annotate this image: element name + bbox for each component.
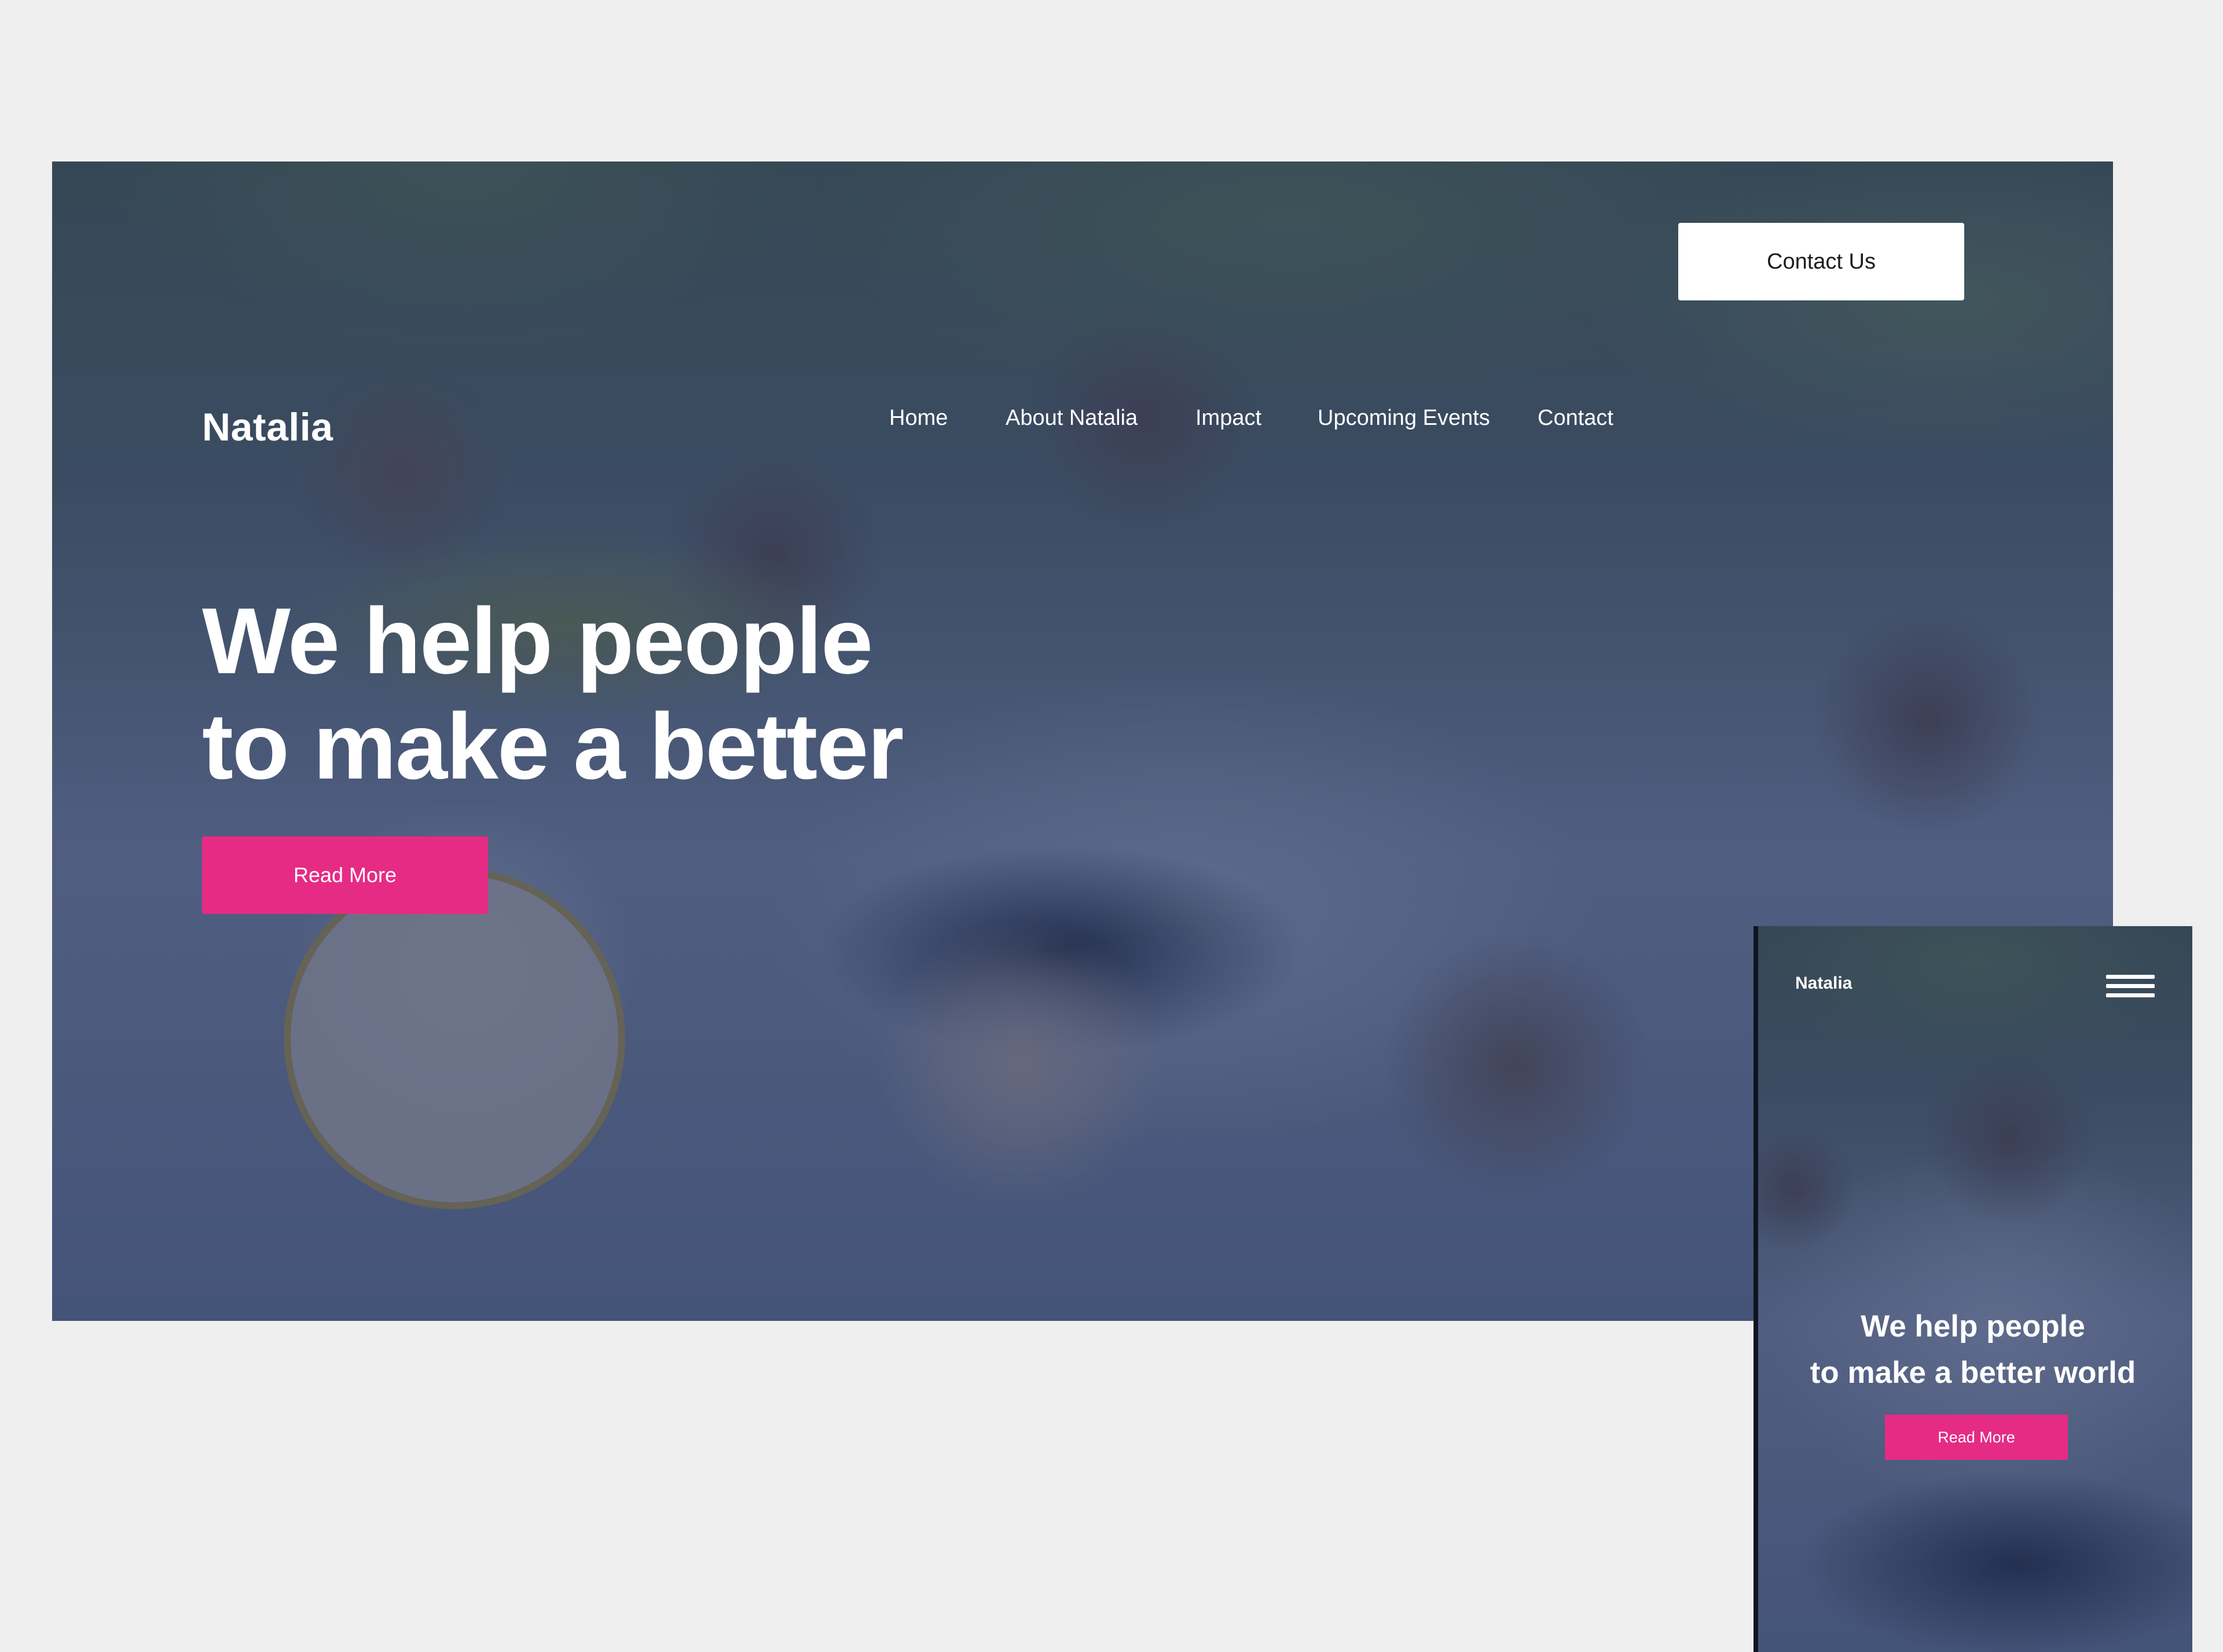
nav-home[interactable]: Home	[889, 406, 948, 431]
hero-heading: We help people to make a better	[202, 589, 904, 799]
mobile-hero-overlay	[1758, 926, 2192, 1652]
mobile-brand-logo[interactable]: Natalia	[1795, 974, 1852, 993]
contact-us-button[interactable]: Contact Us	[1678, 223, 1964, 300]
mobile-read-more-button[interactable]: Read More	[1885, 1415, 2068, 1460]
nav-impact[interactable]: Impact	[1195, 406, 1261, 431]
mobile-hero-heading-line-2: to make a better world	[1810, 1356, 2136, 1390]
mobile-hero-heading-line-1: We help people	[1861, 1309, 2085, 1343]
nav-contact[interactable]: Contact	[1538, 406, 1613, 431]
mobile-preview: Natalia We help people to make a better …	[1754, 926, 2192, 1652]
hero-heading-line-2: to make a better	[202, 694, 904, 799]
hamburger-menu-icon[interactable]	[2106, 974, 2155, 999]
nav-about[interactable]: About Natalia	[1006, 406, 1138, 431]
brand-logo[interactable]: Natalia	[202, 405, 333, 450]
hero-heading-line-1: We help people	[202, 589, 873, 693]
read-more-button[interactable]: Read More	[202, 836, 488, 914]
mobile-hero-heading: We help people to make a better world	[1758, 1304, 2188, 1396]
nav-upcoming-events[interactable]: Upcoming Events	[1318, 406, 1490, 431]
